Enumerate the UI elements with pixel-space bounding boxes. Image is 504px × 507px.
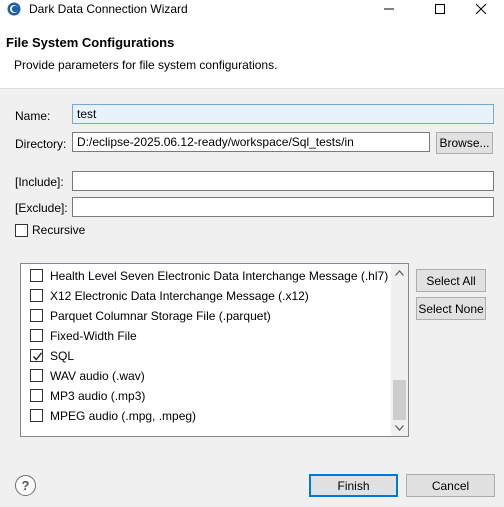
title-bar: Dark Data Connection Wizard — [0, 0, 504, 18]
scrollbar-thumb[interactable] — [393, 380, 406, 420]
maximize-icon — [435, 4, 445, 14]
finish-button[interactable]: Finish — [309, 474, 398, 497]
browse-button[interactable]: Browse... — [436, 132, 493, 154]
file-type-list[interactable]: Health Level Seven Electronic Data Inter… — [20, 263, 409, 437]
file-type-label: MPEG audio (.mpg, .mpeg) — [50, 409, 197, 423]
cancel-button[interactable]: Cancel — [406, 474, 495, 497]
directory-field[interactable]: D:/eclipse-2025.06.12-ready/workspace/Sq… — [72, 132, 430, 152]
file-type-label: SQL — [50, 349, 75, 363]
chevron-down-icon — [395, 424, 404, 431]
file-type-checkbox[interactable] — [30, 289, 43, 302]
close-button[interactable] — [458, 0, 504, 18]
file-type-label: Health Level Seven Electronic Data Inter… — [50, 269, 389, 283]
exclude-label: [Exclude]: — [15, 201, 68, 215]
chevron-up-icon — [395, 269, 404, 276]
file-type-checkbox[interactable] — [30, 329, 43, 342]
select-all-button[interactable]: Select All — [416, 269, 486, 292]
file-type-checkbox[interactable] — [30, 269, 43, 282]
name-field[interactable]: test — [72, 104, 494, 124]
wizard-header: File System Configurations Provide param… — [0, 18, 504, 83]
page-title: File System Configurations — [6, 35, 175, 50]
include-field[interactable] — [72, 171, 494, 191]
file-type-label: Parquet Columnar Storage File (.parquet) — [50, 309, 271, 323]
file-type-checkbox[interactable] — [30, 309, 43, 322]
name-label: Name: — [15, 109, 51, 123]
exclude-field[interactable] — [72, 197, 494, 217]
checkmark-icon — [32, 352, 43, 361]
file-type-checkbox[interactable] — [30, 389, 43, 402]
list-item[interactable]: MP3 audio (.mp3) — [21, 386, 393, 406]
list-item[interactable]: WAV audio (.wav) — [21, 366, 393, 386]
list-item[interactable]: SQL — [21, 346, 393, 366]
include-label: [Include]: — [15, 175, 64, 189]
list-item[interactable]: MPEG audio (.mpg, .mpeg) — [21, 406, 393, 426]
recursive-label: Recursive — [32, 223, 86, 237]
list-item[interactable]: Parquet Columnar Storage File (.parquet) — [21, 306, 393, 326]
file-type-label: MP3 audio (.mp3) — [50, 389, 146, 403]
list-item[interactable]: Health Level Seven Electronic Data Inter… — [21, 266, 393, 286]
scroll-down-button[interactable] — [391, 419, 408, 436]
file-type-checkbox[interactable] — [30, 349, 43, 362]
file-type-label: WAV audio (.wav) — [50, 369, 145, 383]
minimize-icon — [384, 8, 394, 10]
select-none-button[interactable]: Select None — [416, 297, 486, 320]
list-item[interactable]: X12 Electronic Data Interchange Message … — [21, 286, 393, 306]
minimize-button[interactable] — [366, 0, 412, 18]
recursive-checkbox[interactable] — [15, 224, 28, 237]
file-type-label: X12 Electronic Data Interchange Message … — [50, 289, 309, 303]
app-icon — [7, 2, 21, 16]
maximize-button[interactable] — [417, 0, 463, 18]
directory-label: Directory: — [15, 137, 67, 151]
file-type-checkbox[interactable] — [30, 409, 43, 422]
list-item[interactable]: Fixed-Width File — [21, 326, 393, 346]
close-icon — [476, 4, 486, 14]
file-type-label: Fixed-Width File — [50, 329, 137, 343]
page-description: Provide parameters for file system confi… — [14, 58, 278, 72]
list-scrollbar[interactable] — [391, 264, 408, 436]
scroll-up-button[interactable] — [391, 264, 408, 281]
file-type-checkbox[interactable] — [30, 369, 43, 382]
window-title: Dark Data Connection Wizard — [29, 2, 188, 16]
help-icon[interactable]: ? — [15, 475, 36, 496]
